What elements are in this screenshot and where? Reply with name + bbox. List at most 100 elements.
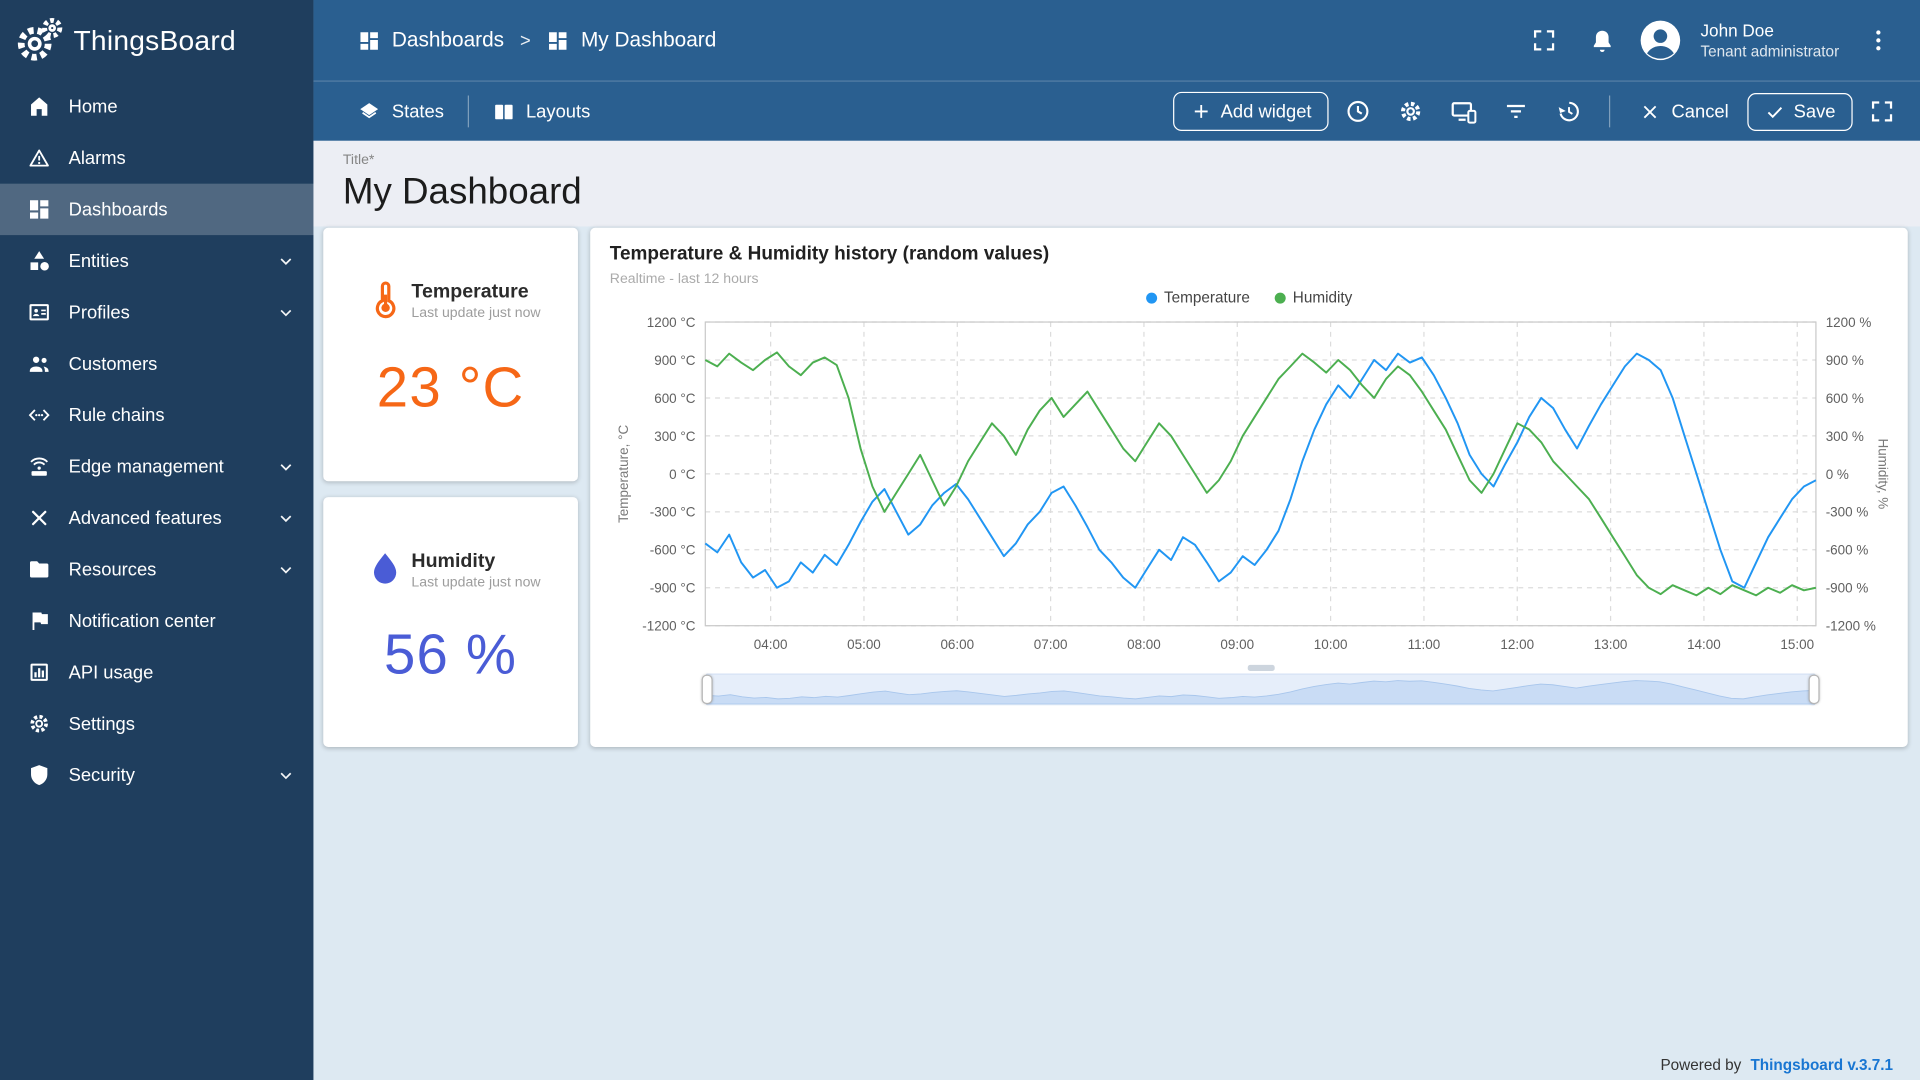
chart-plot-area[interactable]: 1200 °C 1200 % 900 °C 900 % 600 °C 600 % 300 °…	[610, 310, 1888, 663]
close-icon	[1640, 101, 1661, 122]
svg-text:06:00: 06:00	[940, 637, 974, 652]
sidebar-nav: Home Alarms Dashboards Entities Profiles Cust…	[0, 81, 314, 801]
sidebar-item-profiles[interactable]: Profiles	[0, 287, 313, 338]
toolbar-right-actions: Add widget Cancel Save	[1172, 88, 1906, 135]
svg-text:15:00: 15:00	[1780, 637, 1814, 652]
api-icon	[27, 660, 51, 684]
sidebar-item-dashboards[interactable]: Dashboards	[0, 183, 314, 236]
save-button[interactable]: Save	[1747, 92, 1853, 131]
sidebar-item-alarms[interactable]: Alarms	[0, 132, 313, 183]
breadcrumb-dashboards[interactable]: Dashboards	[358, 28, 504, 52]
temperature-widget-title: Temperature	[411, 281, 529, 303]
timewindow-clock-icon[interactable]	[1335, 88, 1382, 135]
svg-text:09:00: 09:00	[1220, 637, 1254, 652]
settings-icon	[27, 711, 51, 735]
svg-text:04:00: 04:00	[754, 637, 788, 652]
sidebar-item-entities[interactable]: Entities	[0, 235, 313, 286]
user-menu[interactable]: John Doe Tenant administrator	[1700, 19, 1839, 61]
edge-icon	[27, 454, 51, 478]
temperature-widget[interactable]: Temperature Last update just now 23 °C	[323, 227, 578, 482]
security-icon	[27, 763, 51, 787]
legend-item-temperature[interactable]: Temperature	[1145, 288, 1250, 308]
filter-icon[interactable]	[1493, 88, 1540, 135]
sidebar-item-security[interactable]: Security	[0, 749, 313, 800]
sidebar-item-notification-center[interactable]: Notification center	[0, 595, 313, 646]
home-icon	[27, 94, 51, 118]
sidebar: ThingsBoard Home Alarms Dashboards Entities…	[0, 0, 314, 1080]
humidity-widget[interactable]: Humidity Last update just now 56 %	[323, 497, 578, 747]
temperature-widget-header: Temperature Last update just now	[323, 228, 578, 321]
toolbar-fullscreen-icon[interactable]	[1859, 88, 1906, 135]
dashboard-title-input[interactable]: My Dashboard	[343, 171, 1920, 213]
svg-text:-300 %: -300 %	[1826, 505, 1869, 520]
states-button[interactable]: States	[345, 92, 456, 130]
powered-by-text: Powered by	[1660, 1056, 1742, 1074]
svg-text:600 %: 600 %	[1826, 391, 1864, 406]
svg-text:-900 °C: -900 °C	[650, 581, 696, 596]
svg-text:07:00: 07:00	[1034, 637, 1068, 652]
svg-text:-1200 %: -1200 %	[1826, 619, 1876, 634]
fullscreen-icon[interactable]	[1519, 16, 1568, 65]
temperature-widget-subtitle: Last update just now	[411, 306, 541, 321]
cancel-button[interactable]: Cancel	[1627, 94, 1741, 130]
entities-icon	[27, 249, 51, 273]
svg-text:300 %: 300 %	[1826, 429, 1864, 444]
sidebar-item-advanced-features[interactable]: Advanced features	[0, 492, 313, 543]
dashboard-toolbar: States Layouts Add widget Cancel Save	[313, 80, 1920, 141]
svg-text:1200 °C: 1200 °C	[647, 315, 696, 330]
sidebar-item-home[interactable]: Home	[0, 81, 313, 132]
sidebar-item-rule-chains[interactable]: Rule chains	[0, 389, 313, 440]
overview-grip-handle[interactable]	[1247, 664, 1275, 672]
chevron-down-icon	[276, 302, 297, 323]
chart-widget[interactable]: Temperature & Humidity history (random v…	[590, 227, 1908, 747]
chart-header: Temperature & Humidity history (random v…	[590, 228, 1908, 287]
layouts-icon	[492, 100, 515, 123]
layouts-button[interactable]: Layouts	[479, 92, 602, 130]
version-link[interactable]: Thingsboard v.3.7.1	[1750, 1057, 1893, 1074]
sidebar-item-api-usage[interactable]: API usage	[0, 647, 313, 698]
overview-right-handle[interactable]	[1808, 674, 1820, 705]
sidebar-item-edge-management[interactable]: Edge management	[0, 441, 313, 492]
manage-layouts-display-icon[interactable]	[1440, 88, 1487, 135]
svg-text:08:00: 08:00	[1127, 637, 1161, 652]
chart-title: Temperature & Humidity history (random v…	[609, 243, 1050, 265]
overview-mini-chart	[706, 680, 1815, 705]
thermometer-icon	[365, 279, 405, 319]
svg-text:-600 %: -600 %	[1826, 543, 1869, 558]
plus-icon	[1190, 100, 1212, 122]
sidebar-item-settings[interactable]: Settings	[0, 698, 313, 749]
chevron-down-icon	[276, 765, 297, 786]
app-logo[interactable]: ThingsBoard	[0, 0, 313, 81]
svg-text:05:00: 05:00	[847, 637, 881, 652]
legend-item-humidity[interactable]: Humidity	[1274, 288, 1352, 308]
customers-icon	[27, 351, 51, 375]
dashboard-settings-gear-icon[interactable]	[1387, 88, 1434, 135]
svg-text:-300 °C: -300 °C	[650, 505, 696, 520]
chart-overview-scrollbar[interactable]	[701, 664, 1820, 706]
svg-text:Temperature, °C: Temperature, °C	[616, 425, 631, 523]
user-name: John Doe	[1700, 20, 1774, 41]
dashboard-icon	[547, 29, 570, 52]
version-history-icon[interactable]	[1545, 88, 1592, 135]
main-area: Dashboards > My Dashboard John Doe Tenan…	[313, 0, 1920, 1080]
humidity-widget-header: Humidity Last update just now	[323, 497, 578, 590]
profiles-icon	[27, 300, 51, 324]
svg-text:12:00: 12:00	[1500, 637, 1534, 652]
toolbar-divider	[467, 95, 469, 128]
breadcrumb-current-dashboard[interactable]: My Dashboard	[547, 28, 716, 52]
chevron-down-icon	[276, 508, 297, 529]
overview-left-handle[interactable]	[701, 674, 713, 705]
kebab-menu-icon[interactable]	[1854, 16, 1903, 65]
svg-text:14:00: 14:00	[1687, 637, 1721, 652]
sidebar-item-resources[interactable]: Resources	[0, 544, 313, 595]
topbar-actions: John Doe Tenant administrator	[1519, 16, 1903, 65]
svg-text:Humidity, %: Humidity, %	[1875, 438, 1888, 509]
sidebar-item-customers[interactable]: Customers	[0, 338, 313, 389]
droplet-icon	[365, 549, 405, 589]
chart-legend: Temperature Humidity	[590, 288, 1908, 308]
svg-text:0 %: 0 %	[1826, 467, 1849, 482]
user-avatar[interactable]	[1637, 17, 1684, 64]
svg-text:-600 °C: -600 °C	[650, 543, 696, 558]
add-widget-button[interactable]: Add widget	[1172, 91, 1329, 132]
notifications-bell-icon[interactable]	[1578, 16, 1627, 65]
